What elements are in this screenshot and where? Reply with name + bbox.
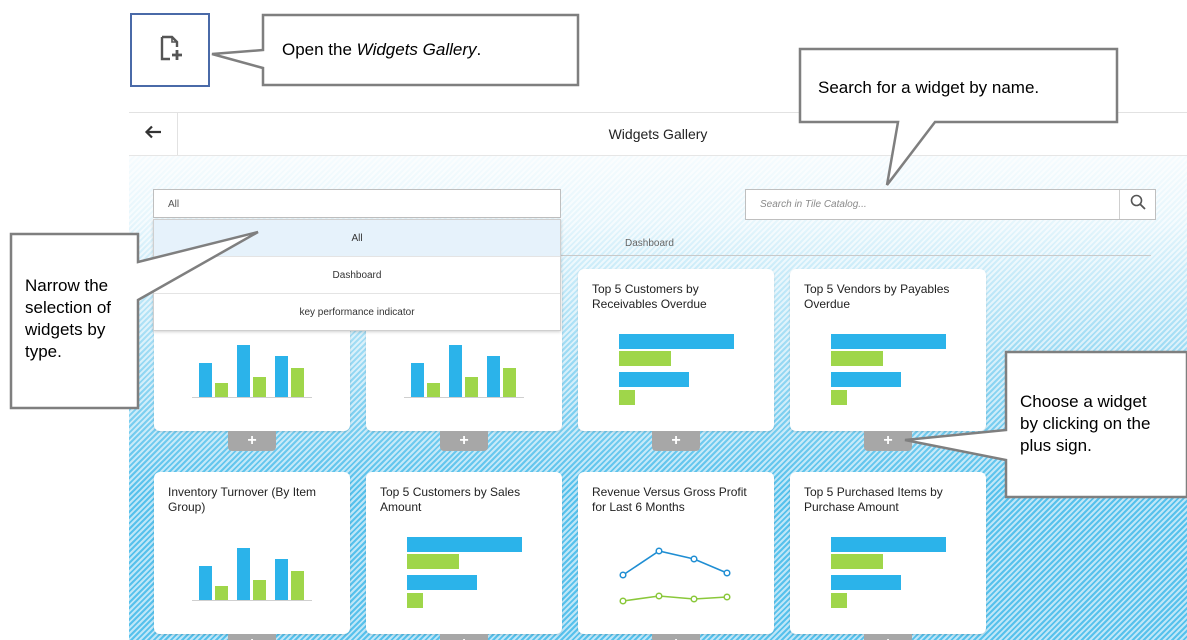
- add-document-icon: [155, 33, 185, 68]
- open-widgets-gallery-button[interactable]: [130, 13, 210, 87]
- callout-narrow-line: widgets by: [25, 320, 106, 339]
- callout-narrow-line: type.: [25, 342, 62, 361]
- callout-narrow-line: selection of: [25, 298, 111, 317]
- callout-search: Search for a widget by name.: [818, 78, 1040, 97]
- callout-choose-line: Choose a widget: [1020, 392, 1147, 411]
- callout-choose-line: plus sign.: [1020, 436, 1092, 455]
- callout-open-gallery-emphasis: Widgets Gallery: [356, 40, 477, 59]
- callout-narrow: Narrow the selection of widgets by type.: [25, 275, 111, 363]
- callout-open-gallery-post: .: [476, 40, 482, 59]
- callout-choose-line: by clicking on the: [1020, 414, 1151, 433]
- callout-open-gallery-pre: Open the: [282, 40, 357, 59]
- callout-narrow-line: Narrow the: [25, 276, 109, 295]
- callout-choose-widget: Choose a widget by clicking on the plus …: [1020, 391, 1150, 457]
- callout-open-gallery: Open the Widgets Gallery.: [282, 39, 481, 61]
